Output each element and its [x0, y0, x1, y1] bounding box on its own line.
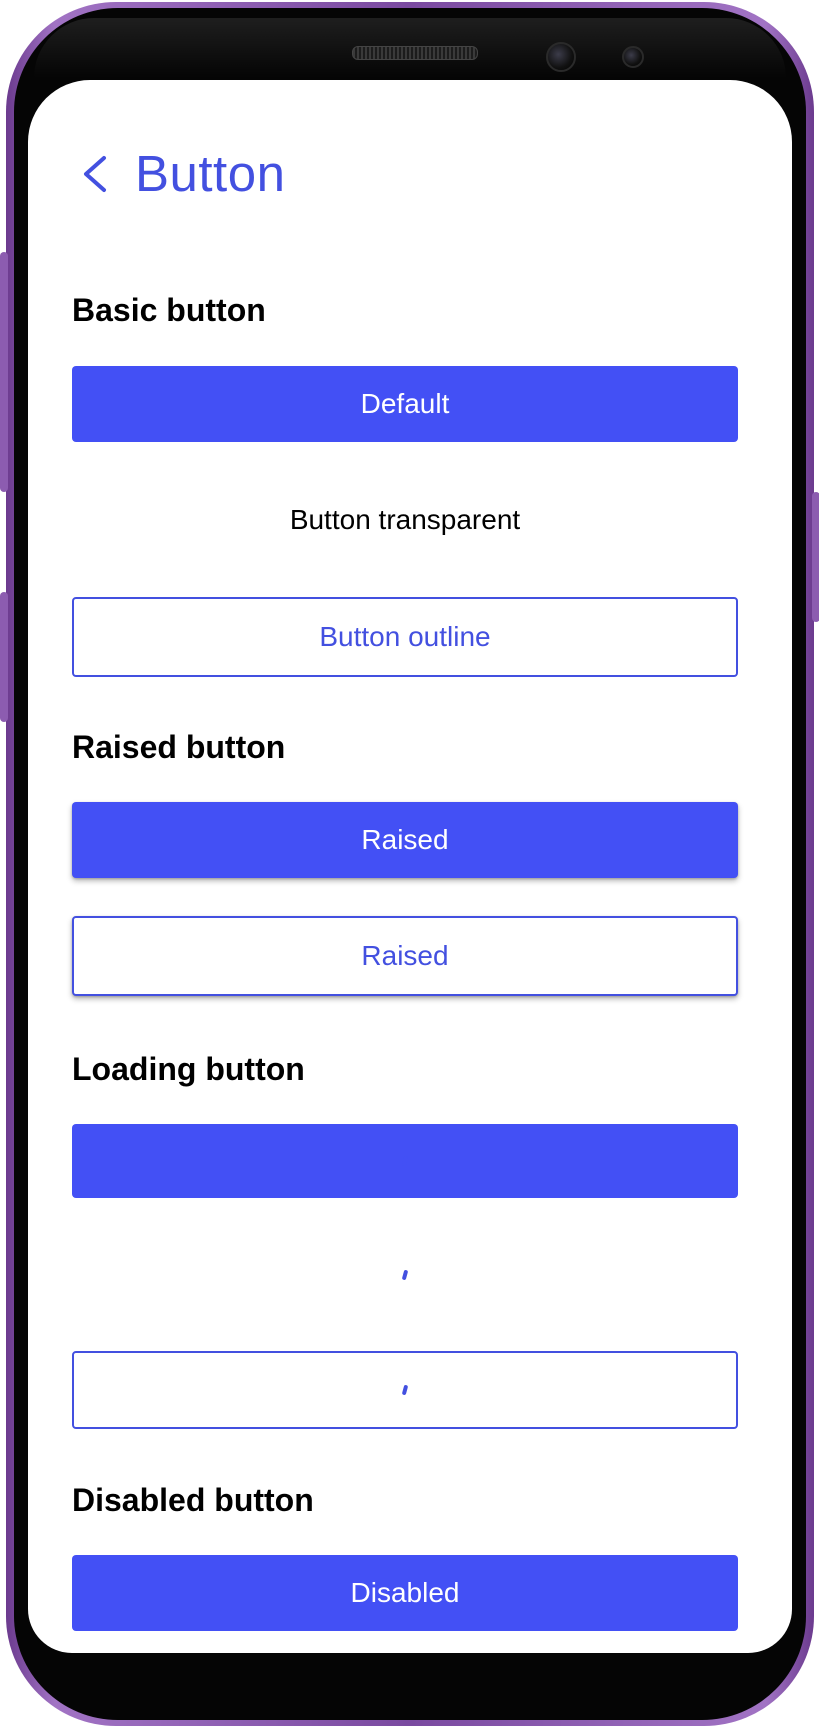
section-title-loading: Loading button	[72, 1051, 305, 1087]
loading-outline-button[interactable]	[72, 1351, 738, 1429]
section-title-raised: Raised button	[72, 729, 286, 765]
disabled-button-label: Disabled	[350, 1577, 460, 1608]
raised-fill-button-label: Raised	[361, 824, 449, 855]
sensor-icon	[622, 46, 644, 68]
disabled-button: Disabled	[72, 1555, 738, 1631]
front-camera-icon	[546, 42, 576, 72]
bixby-key	[0, 592, 8, 722]
section-title-disabled: Disabled button	[72, 1482, 314, 1518]
volume-up-key	[0, 252, 8, 492]
loading-spinner-icon	[401, 1269, 409, 1281]
raised-outline-button-label: Raised	[361, 940, 449, 971]
app-header: Button	[28, 140, 792, 210]
earpiece-speaker-icon	[352, 46, 478, 60]
raised-fill-button[interactable]: Raised	[72, 802, 738, 878]
page-title: Button	[135, 145, 286, 202]
loading-spinner-icon	[401, 1155, 409, 1167]
chevron-left-icon[interactable]	[78, 154, 112, 194]
loading-spinner-icon	[401, 1384, 409, 1396]
loading-fill-button[interactable]	[72, 1124, 738, 1198]
app-screen: Button Basic button Default Button trans…	[28, 80, 792, 1653]
loading-transparent-button[interactable]	[72, 1238, 738, 1312]
transparent-button-label: Button transparent	[289, 504, 521, 535]
default-button-label: Default	[360, 388, 450, 419]
outline-button[interactable]: Button outline	[72, 597, 738, 677]
raised-outline-button[interactable]: Raised	[72, 916, 738, 996]
outline-button-label: Button outline	[319, 621, 491, 652]
transparent-button[interactable]: Button transparent	[72, 482, 738, 558]
power-key	[812, 492, 819, 622]
default-button[interactable]: Default	[72, 366, 738, 442]
section-title-basic: Basic button	[72, 292, 266, 328]
